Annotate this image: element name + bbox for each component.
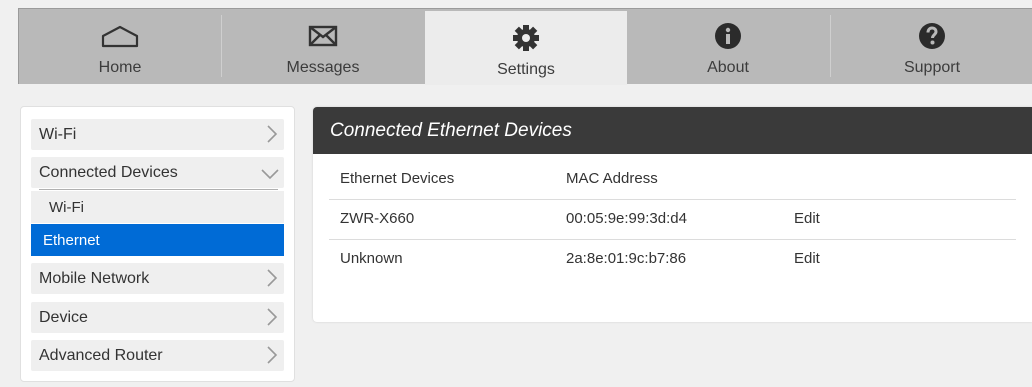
home-icon [100,21,140,51]
sidebar-subitem-label: Ethernet [43,231,100,249]
sidebar-item-label: Connected Devices [39,163,178,181]
mac-address: 2a:8e:01:9c:b7:86 [566,250,687,267]
tab-messages[interactable]: Messages [222,9,424,85]
sidebar-item-connected-devices[interactable]: Connected Devices [31,157,284,188]
tab-messages-label: Messages [286,59,360,76]
column-header-ethernet-devices: Ethernet Devices [340,170,455,187]
chevron-down-icon [260,167,280,185]
tab-support[interactable]: Support [831,9,1032,85]
chevron-right-icon [266,345,278,370]
chevron-right-icon [266,307,278,332]
top-nav: Home Messages Settings About Support [18,8,1032,85]
tab-about-label: About [707,59,749,76]
sidebar-item-label: Mobile Network [39,269,150,287]
sidebar-item-label: Advanced Router [39,346,163,364]
table-row: Unknown 2a:8e:01:9c:b7:86 Edit [329,240,1016,280]
device-name: ZWR-X660 [340,210,415,227]
tab-home[interactable]: Home [19,9,221,85]
sidebar-item-advanced-router[interactable]: Advanced Router [31,340,284,371]
connected-ethernet-panel: Connected Ethernet Devices Ethernet Devi… [313,107,1032,322]
sidebar-subitem-ethernet[interactable]: Ethernet [31,224,284,256]
question-icon [918,21,946,51]
edit-link[interactable]: Edit [794,250,820,267]
sidebar-item-label: Wi-Fi [39,125,77,143]
table-row: ZWR-X660 00:05:9e:99:3d:d4 Edit [329,200,1016,240]
panel-title: Connected Ethernet Devices [313,107,1032,154]
device-name: Unknown [340,250,403,267]
divider [39,189,278,190]
tab-settings[interactable]: Settings [425,11,627,85]
chevron-right-icon [266,268,278,293]
sidebar-item-mobile-network[interactable]: Mobile Network [31,263,284,294]
devices-table: Ethernet Devices MAC Address ZWR-X660 00… [329,170,1016,280]
tab-about[interactable]: About [627,9,829,85]
mac-address: 00:05:9e:99:3d:d4 [566,210,687,227]
chevron-right-icon [266,124,278,149]
edit-link[interactable]: Edit [794,210,820,227]
sidebar-subitem-label: Wi-Fi [49,198,84,216]
tab-support-label: Support [903,59,961,76]
sidebar-item-wifi[interactable]: Wi-Fi [31,119,284,150]
gear-icon [511,23,541,53]
sidebar-subitem-wifi[interactable]: Wi-Fi [31,191,284,223]
settings-sidebar: Wi-Fi Connected Devices Wi-Fi Ethernet M… [20,106,295,382]
info-icon [714,21,742,51]
sidebar-item-label: Device [39,308,88,326]
column-header-mac-address: MAC Address [566,170,658,187]
envelope-icon [308,21,338,51]
sidebar-item-device[interactable]: Device [31,302,284,333]
table-header-row: Ethernet Devices MAC Address [329,160,1016,200]
tab-settings-label: Settings [497,61,555,78]
tab-home-label: Home [98,59,142,76]
